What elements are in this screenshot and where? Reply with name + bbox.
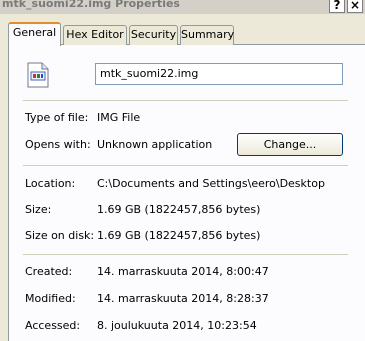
accessed-value: 8. joulukuuta 2014, 10:23:54 <box>97 319 257 332</box>
opens-with-label: Opens with: <box>25 138 91 151</box>
type-of-file-value: IMG File <box>97 111 141 124</box>
created-value: 14. marraskuuta 2014, 8:00:47 <box>97 265 269 278</box>
tab-general[interactable]: General <box>8 22 61 46</box>
size-label: Size: <box>25 203 52 216</box>
help-button[interactable]: ? <box>329 0 345 13</box>
tab-security[interactable]: Security <box>129 25 178 45</box>
title-bar: mtk_suomi22.img Properties ? × <box>0 0 365 14</box>
size-on-disk-label: Size on disk: <box>25 229 95 242</box>
location-value: C:\Documents and Settings\eero\Desktop <box>97 177 325 190</box>
generic-file-icon <box>26 62 50 88</box>
type-of-file-label: Type of file: <box>25 111 89 124</box>
tab-summary[interactable]: Summary <box>180 25 234 45</box>
change-button[interactable]: Change... <box>237 133 343 156</box>
accessed-label: Accessed: <box>25 319 81 332</box>
separator <box>23 100 348 101</box>
close-button[interactable]: × <box>347 0 363 13</box>
tab-hex-editor[interactable]: Hex Editor <box>63 25 127 45</box>
location-label: Location: <box>25 177 76 190</box>
created-label: Created: <box>25 265 73 278</box>
separator <box>23 254 348 255</box>
size-on-disk-value: 1.69 GB (1822457,856 bytes) <box>97 229 261 242</box>
file-name-field[interactable]: mtk_suomi22.img <box>95 63 343 85</box>
modified-value: 14. marraskuuta 2014, 8:28:37 <box>97 292 269 305</box>
separator <box>23 165 348 166</box>
window-title: mtk_suomi22.img Properties <box>2 0 180 10</box>
opens-with-value: Unknown application <box>97 138 213 151</box>
modified-label: Modified: <box>25 292 76 305</box>
size-value: 1.69 GB (1822457,856 bytes) <box>97 203 261 216</box>
